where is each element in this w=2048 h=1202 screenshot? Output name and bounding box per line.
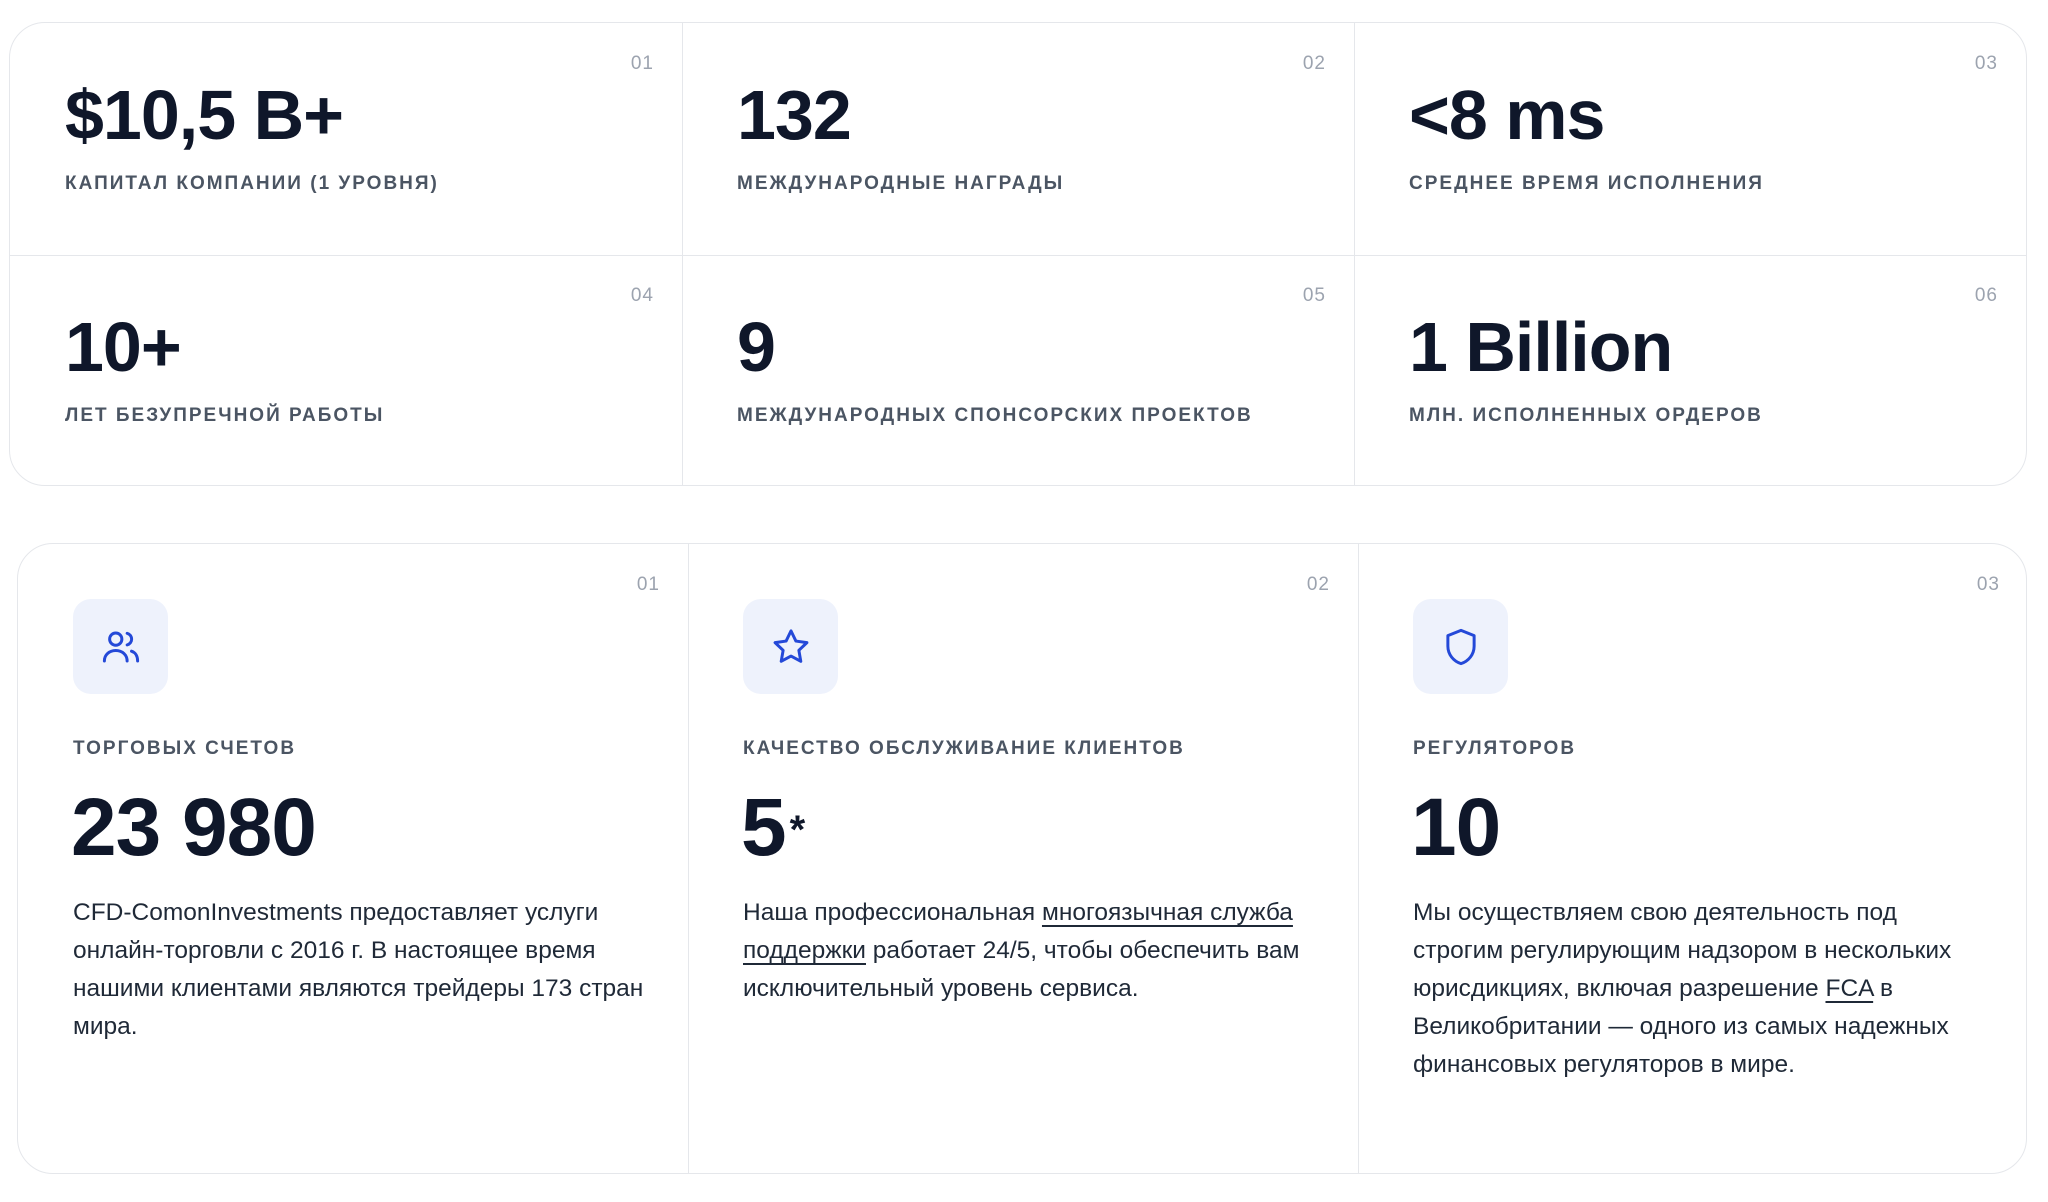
stat-value: 1 Billion	[1409, 308, 1673, 386]
feature-description: CFD-ComonInvestments предоставляет услуг…	[73, 899, 644, 1040]
stat-index: 03	[1974, 53, 1998, 74]
stat-index: 02	[1302, 53, 1326, 74]
stat-cell: 05 9 МЕЖДУНАРОДНЫХ СПОНСОРСКИХ ПРОЕКТОВ	[682, 255, 1354, 485]
stat-cell: 02 132 МЕЖДУНАРОДНЫЕ НАГРАДЫ	[682, 23, 1354, 255]
stat-cell: 06 1 Billion МЛН. ИСПОЛНЕННЫХ ОРДЕРОВ	[1354, 255, 2026, 485]
description-text: Наша профессиональная	[743, 899, 1042, 926]
feature-cell: 02 КАЧЕСТВО ОБСЛУЖИВАНИЕ КЛИЕНТОВ 5 * Наш…	[688, 544, 1358, 1173]
stat-cell: 01 $10,5 B+ КАПИТАЛ КОМПАНИИ (1 УРОВНЯ)	[10, 23, 682, 255]
feature-cell: 03 РЕГУЛЯТОРОВ 10 Мы осуществляем свою д…	[1358, 544, 2026, 1173]
features-card: 01 ТОРГОВЫХ СЧЕТОВ 23 980 CFD-ComonInves…	[17, 543, 2027, 1174]
stat-label: МЕЖДУНАРОДНЫЕ НАГРАДЫ	[737, 173, 1065, 194]
icon-container	[73, 599, 168, 694]
stat-cell: 03 <8 ms СРЕДНЕЕ ВРЕМЯ ИСПОЛНЕНИЯ	[1354, 23, 2026, 255]
feature-label: РЕГУЛЯТОРОВ	[1413, 738, 1577, 759]
shield-icon	[1445, 628, 1476, 665]
feature-label: КАЧЕСТВО ОБСЛУЖИВАНИЕ КЛИЕНТОВ	[743, 738, 1185, 759]
users-icon	[102, 631, 139, 662]
feature-cell: 01 ТОРГОВЫХ СЧЕТОВ 23 980 CFD-ComonInves…	[18, 544, 688, 1173]
feature-index: 03	[1976, 574, 2000, 595]
feature-value: 5 *	[741, 781, 806, 875]
stat-index: 05	[1302, 285, 1326, 306]
fca-link[interactable]: FCA	[1825, 975, 1873, 1002]
stat-index: 06	[1974, 285, 1998, 306]
stat-value: 9	[737, 308, 776, 386]
stat-value: 132	[737, 76, 852, 154]
feature-value: 23 980	[71, 782, 317, 873]
star-icon	[773, 628, 808, 663]
stat-label: КАПИТАЛ КОМПАНИИ (1 УРОВНЯ)	[65, 173, 439, 194]
stat-cell: 04 10+ ЛЕТ БЕЗУПРЕЧНОЙ РАБОТЫ	[10, 255, 682, 485]
feature-description: Наша профессиональная многоязычная служб…	[743, 894, 1323, 1008]
stat-value: <8 ms	[1409, 76, 1605, 154]
stat-value: 10+	[65, 308, 182, 386]
icon-container	[743, 599, 838, 694]
feature-value: 10	[1411, 782, 1501, 873]
feature-description: Мы осуществляем свою деятельность под ст…	[1413, 894, 1993, 1084]
stat-label: МЛН. ИСПОЛНЕННЫХ ОРДЕРОВ	[1409, 405, 1763, 426]
feature-index: 01	[636, 574, 660, 595]
stat-label: МЕЖДУНАРОДНЫХ СПОНСОРСКИХ ПРОЕКТОВ	[737, 405, 1253, 426]
stat-value: $10,5 B+	[65, 76, 344, 154]
rating-value: 5	[741, 782, 787, 873]
icon-container	[1413, 599, 1508, 694]
feature-label: ТОРГОВЫХ СЧЕТОВ	[73, 738, 297, 759]
feature-index: 02	[1306, 574, 1330, 595]
stat-index: 04	[630, 285, 654, 306]
stat-label: СРЕДНЕЕ ВРЕМЯ ИСПОЛНЕНИЯ	[1409, 173, 1764, 194]
stat-label: ЛЕТ БЕЗУПРЕЧНОЙ РАБОТЫ	[65, 405, 385, 426]
stat-index: 01	[630, 53, 654, 74]
stats-card: 01 $10,5 B+ КАПИТАЛ КОМПАНИИ (1 УРОВНЯ) …	[9, 22, 2027, 486]
rating-asterisk: *	[789, 808, 806, 852]
